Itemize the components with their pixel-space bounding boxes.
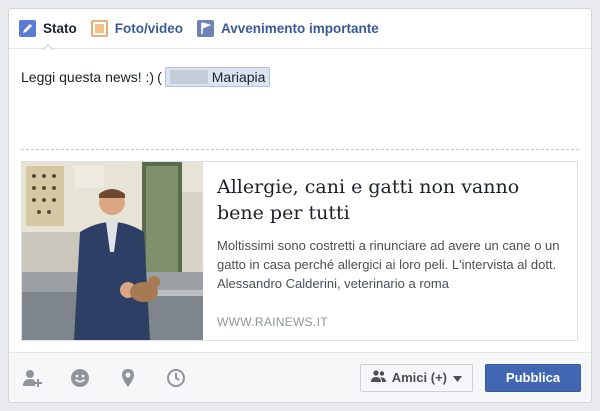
card-domain: WWW.RAINEWS.IT (217, 315, 328, 329)
pencil-icon (19, 20, 36, 37)
post-composer: Stato Foto/video Avvenimento importante (8, 8, 592, 403)
tab-foto-video[interactable]: Foto/video (90, 9, 183, 49)
feeling-icon[interactable] (69, 367, 91, 389)
caret-down-icon (453, 370, 462, 385)
status-input[interactable]: Leggi questa news! :) ( Mariapia (9, 49, 591, 149)
status-text: Leggi questa news! :) (21, 69, 155, 85)
tagged-friend[interactable]: Mariapia (164, 67, 271, 87)
audience-label: Amici (+) (391, 370, 447, 385)
audience-selector-button[interactable]: Amici (+) (359, 363, 473, 392)
tab-avvenimento[interactable]: Avvenimento importante (197, 9, 379, 49)
clock-icon[interactable] (165, 367, 187, 389)
photo-icon (90, 20, 108, 37)
location-icon[interactable] (117, 367, 139, 389)
divider (21, 149, 579, 150)
composer-footer: Amici (+) Pubblica (9, 352, 591, 402)
tab-label: Stato (43, 21, 77, 36)
flag-icon (197, 20, 214, 37)
publish-button[interactable]: Pubblica (485, 363, 581, 392)
card-thumbnail[interactable] (22, 162, 203, 340)
composer-tabs: Stato Foto/video Avvenimento importante (9, 9, 591, 51)
card-body: Allergie, cani e gatti non vanno bene pe… (203, 162, 577, 340)
card-description: Moltissimi sono costretti a rinunciare a… (217, 238, 560, 291)
link-preview-card[interactable]: Allergie, cani e gatti non vanno bene pe… (21, 161, 578, 341)
tab-label: Avvenimento importante (221, 21, 379, 36)
blurred-surname (169, 70, 208, 84)
friends-icon (370, 370, 386, 385)
tag-prefix: ( (157, 69, 162, 85)
tab-stato[interactable]: Stato (19, 9, 77, 51)
card-title[interactable]: Allergie, cani e gatti non vanno bene pe… (217, 174, 565, 226)
tab-label: Foto/video (114, 21, 183, 36)
tagged-friend-name: Mariapia (211, 69, 266, 85)
tag-friends-icon[interactable] (21, 367, 43, 389)
